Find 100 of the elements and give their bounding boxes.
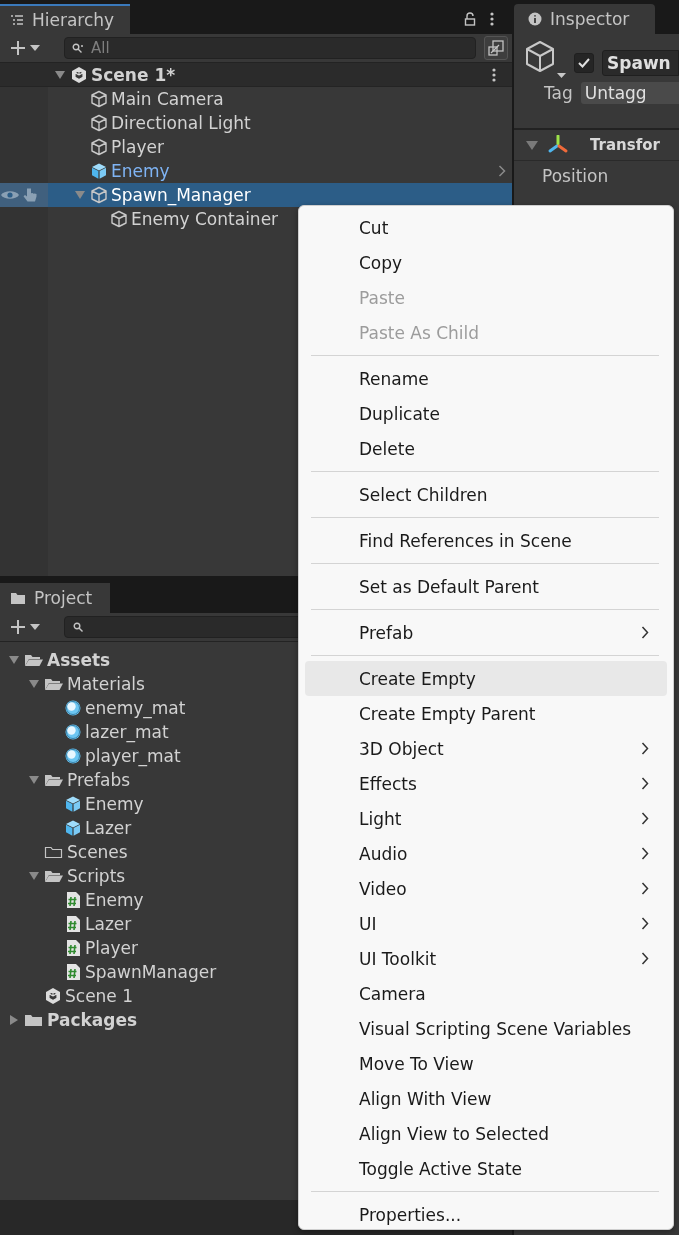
- item-label: Lazer: [85, 818, 132, 838]
- tag-dropdown[interactable]: Untagg: [580, 82, 679, 104]
- plus-icon: [10, 619, 26, 635]
- cube-icon: [90, 90, 108, 108]
- scene-search-icon: [488, 40, 504, 56]
- menu-item[interactable]: Align View to Selected: [305, 1116, 667, 1151]
- script-icon: [64, 915, 82, 933]
- menu-item[interactable]: Video: [305, 871, 667, 906]
- item-label: Scene 1: [65, 986, 134, 1006]
- item-label: lazer_mat: [85, 722, 169, 742]
- scene-search-button[interactable]: [484, 36, 508, 60]
- item-label: Packages: [47, 1010, 138, 1030]
- cube-icon: [90, 162, 108, 180]
- cube-icon: [90, 186, 108, 204]
- menu-item[interactable]: Find References in Scene: [305, 523, 667, 558]
- item-label: Scene 1*: [91, 64, 176, 85]
- item-label: Scenes: [67, 842, 128, 862]
- menu-item[interactable]: Delete: [305, 431, 667, 466]
- cube-icon: [110, 210, 128, 228]
- add-button[interactable]: [8, 38, 42, 58]
- item-label: Enemy: [85, 794, 144, 814]
- item-label: Main Camera: [111, 89, 224, 109]
- menu-item[interactable]: Move To View: [305, 1046, 667, 1081]
- sphere-icon: [64, 699, 82, 717]
- menu-item[interactable]: Align With View: [305, 1081, 667, 1116]
- unity-logo-icon: [44, 987, 62, 1005]
- script-icon: [64, 939, 82, 957]
- hand-pointer-icon: [22, 187, 38, 203]
- caret-icon: [30, 45, 40, 51]
- item-label: Lazer: [85, 914, 132, 934]
- selected-row[interactable]: Spawn_Manager: [0, 183, 512, 207]
- sphere-icon: [64, 723, 82, 741]
- item-label: Directional Light: [111, 113, 251, 133]
- item-label: Player: [111, 137, 164, 157]
- menu-item[interactable]: Effects: [305, 766, 667, 801]
- open-folder-icon: [24, 652, 44, 668]
- menu-item[interactable]: Properties...: [305, 1197, 667, 1232]
- menu-item[interactable]: Copy: [305, 245, 667, 280]
- folder-icon: [44, 844, 64, 860]
- menu-item[interactable]: UI: [305, 906, 667, 941]
- cube-icon: [64, 819, 82, 837]
- menu-item[interactable]: Rename: [305, 361, 667, 396]
- menu-item[interactable]: 3D Object: [305, 731, 667, 766]
- active-checkbox[interactable]: [574, 53, 594, 73]
- item-label: Materials: [67, 674, 145, 694]
- open-folder-icon: [44, 772, 64, 788]
- cube-icon: [90, 138, 108, 156]
- project-tab[interactable]: Project: [0, 583, 111, 613]
- hierarchy-tab[interactable]: Hierarchy: [0, 4, 131, 34]
- name-field[interactable]: Spawn: [602, 50, 679, 76]
- more-options-icon: [492, 67, 496, 82]
- item-label: Prefabs: [67, 770, 131, 790]
- menu-item[interactable]: Create Empty: [305, 661, 667, 696]
- search-icon: [72, 43, 84, 53]
- menu-item[interactable]: Visual Scripting Scene Variables: [305, 1011, 667, 1046]
- inspector-tab[interactable]: Inspector: [514, 4, 656, 34]
- search-field[interactable]: All: [64, 37, 476, 59]
- field-label: Position: [541, 165, 610, 188]
- item-label: Enemy: [111, 161, 170, 181]
- more-options-icon: [490, 12, 494, 26]
- component-header[interactable]: Transfor: [514, 130, 679, 161]
- menu-item[interactable]: Set as Default Parent: [305, 569, 667, 604]
- checkmark-icon: [578, 58, 590, 68]
- menu-item[interactable]: Audio: [305, 836, 667, 871]
- search-icon: [73, 622, 85, 632]
- script-icon: [64, 891, 82, 909]
- cube-icon: [64, 795, 82, 813]
- collapse-arrow-icon: [526, 140, 538, 150]
- item-label: Enemy: [85, 890, 144, 910]
- menu-item[interactable]: Toggle Active State: [305, 1151, 667, 1186]
- item-label: Spawn_Manager: [111, 185, 251, 205]
- folder-icon: [10, 591, 26, 605]
- sphere-icon: [64, 747, 82, 765]
- list-icon: [10, 14, 24, 26]
- menu-item[interactable]: Select Children: [305, 477, 667, 512]
- transform-axes-icon: [546, 135, 570, 155]
- menu-item[interactable]: UI Toolkit: [305, 941, 667, 976]
- script-icon: [64, 963, 82, 981]
- menu-item[interactable]: Light: [305, 801, 667, 836]
- menu-item[interactable]: Prefab: [305, 615, 667, 650]
- eye-icon: [0, 188, 20, 202]
- menu-item[interactable]: Cut: [305, 210, 667, 245]
- item-label: player_mat: [85, 746, 181, 766]
- menu-item[interactable]: Create Empty Parent: [305, 696, 667, 731]
- add-button[interactable]: [8, 617, 42, 637]
- open-folder-icon: [44, 676, 64, 692]
- caret-icon: [30, 624, 40, 630]
- menu-item[interactable]: Camera: [305, 976, 667, 1011]
- item-label: SpawnManager: [85, 962, 217, 982]
- item-label: Enemy Container: [131, 209, 279, 229]
- lock-icon: [464, 12, 476, 26]
- item-label: Assets: [47, 650, 111, 670]
- item-label: enemy_mat: [85, 698, 186, 718]
- chevron-right-icon: [498, 165, 506, 177]
- folder-icon: [24, 1012, 44, 1028]
- menu-item[interactable]: Duplicate: [305, 396, 667, 431]
- plus-icon: [10, 40, 26, 56]
- item-label: Player: [85, 938, 138, 958]
- tag-label: Tag: [544, 83, 573, 103]
- unity-logo-icon: [70, 65, 88, 84]
